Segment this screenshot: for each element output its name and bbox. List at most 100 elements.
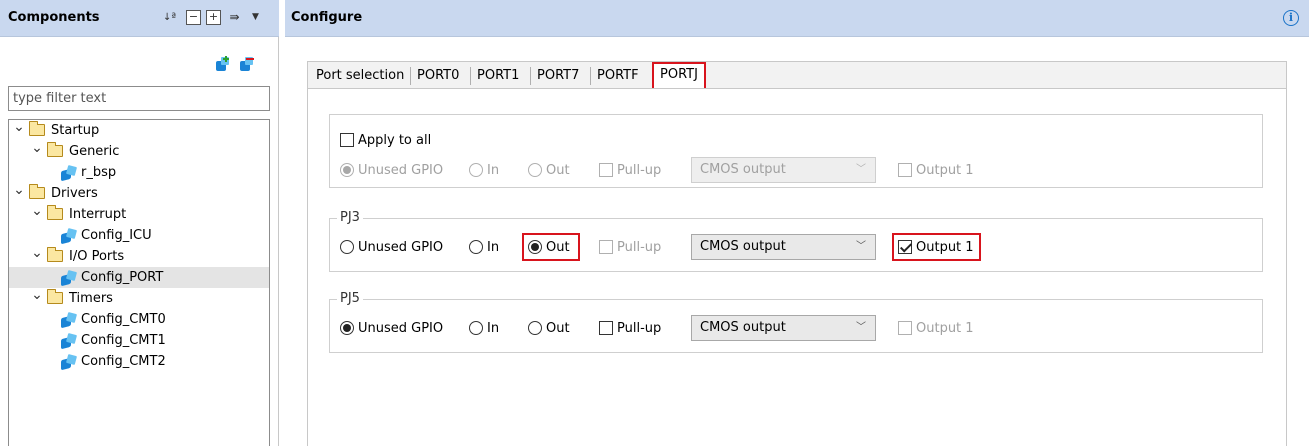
checkbox-box	[599, 163, 613, 177]
tab-bar: Port selection PORT0 PORT1 PORT7 PORTF P…	[308, 62, 1286, 88]
radio-circle	[469, 240, 483, 254]
folder-open-icon	[47, 289, 63, 304]
pj3-pull-up-checkbox[interactable]: Pull-up	[599, 240, 661, 256]
unused-gpio-label: Unused GPIO	[358, 321, 444, 336]
tree-item-label: Timers	[69, 291, 113, 306]
tab-portj[interactable]: PORTJ	[652, 62, 706, 88]
tree-component-item[interactable]: Config_CMT1	[9, 330, 269, 351]
all-unused-gpio-radio[interactable]: Unused GPIO	[340, 163, 443, 179]
tree-item-label: Drivers	[51, 186, 98, 201]
sort-alpha-icon[interactable]: ↓ª	[162, 10, 177, 25]
chevron-down-icon[interactable]: ⌄	[13, 183, 25, 197]
folder-open-icon	[47, 142, 63, 157]
tab-port7[interactable]: PORT7	[531, 65, 585, 88]
chevron-down-icon[interactable]: ⌄	[31, 141, 43, 155]
pj5-output1-checkbox[interactable]: Output 1	[898, 321, 974, 337]
chevron-down-icon: ﹀	[856, 164, 866, 175]
chevron-down-icon[interactable]: ⌄	[31, 288, 43, 302]
tree-folder-item[interactable]: ⌄ Interrupt	[9, 204, 269, 225]
components-title: Components	[8, 10, 100, 25]
portj-tab-content: Apply to all Unused GPIO In Out Pull-up …	[308, 88, 1286, 446]
configure-title: Configure	[291, 10, 363, 25]
folder-open-icon	[47, 205, 63, 220]
pj3-output1-highlight	[892, 233, 981, 261]
chevron-down-icon[interactable]: ⌄	[31, 246, 43, 260]
tree-component-item[interactable]: Config_CMT0	[9, 309, 269, 330]
tree-item-label: Generic	[69, 144, 120, 159]
apply-to-all-checkbox[interactable]: Apply to all	[340, 133, 431, 149]
pj3-in-radio[interactable]: In	[469, 240, 499, 256]
tree-component-item[interactable]: Config_PORT	[9, 267, 269, 288]
pj5-pull-up-checkbox[interactable]: Pull-up	[599, 321, 661, 337]
output1-label: Output 1	[916, 163, 974, 178]
all-output1-checkbox[interactable]: Output 1	[898, 163, 974, 179]
all-out-radio[interactable]: Out	[528, 163, 570, 179]
pj5-unused-gpio-radio[interactable]: Unused GPIO	[340, 321, 443, 337]
pj5-group: PJ5 Unused GPIO In Out Pull-up CMOS outp…	[329, 291, 1263, 353]
info-icon[interactable]: i	[1283, 10, 1299, 26]
all-in-radio[interactable]: In	[469, 163, 499, 179]
radio-circle	[528, 321, 542, 335]
tree-item-label: r_bsp	[81, 165, 117, 180]
component-icon	[61, 311, 78, 329]
tree-item-label: Interrupt	[69, 207, 127, 222]
folder-open-icon	[47, 247, 63, 262]
tree-item-label: Config_PORT	[81, 270, 164, 285]
chevron-down-icon: ﹀	[856, 322, 866, 333]
expand-all-icon[interactable]: +	[206, 10, 221, 25]
pj5-out-radio[interactable]: Out	[528, 321, 570, 337]
tab-port-selection[interactable]: Port selection	[310, 65, 410, 88]
tab-port0[interactable]: PORT0	[411, 65, 465, 88]
link-view-icon[interactable]: ⇛	[227, 10, 242, 25]
component-icon	[61, 164, 78, 182]
pull-up-label: Pull-up	[617, 163, 662, 178]
component-icon	[61, 332, 78, 350]
chevron-down-icon[interactable]: ⌄	[13, 120, 25, 134]
collapse-all-icon[interactable]: −	[186, 10, 201, 25]
pj3-out-highlight	[522, 233, 580, 261]
radio-circle	[340, 163, 354, 177]
in-label: In	[487, 240, 500, 255]
all-output-mode-select[interactable]: CMOS output ﹀	[691, 157, 876, 183]
view-menu-dropdown-icon[interactable]: ▼	[248, 10, 263, 25]
configure-panel: Configure i Port selection PORT0 PORT1 P…	[285, 0, 1309, 446]
in-label: In	[487, 163, 500, 178]
chevron-down-icon: ﹀	[856, 241, 866, 252]
pj3-output-mode-select[interactable]: CMOS output ﹀	[691, 234, 876, 260]
tab-port1[interactable]: PORT1	[471, 65, 525, 88]
radio-circle	[528, 163, 542, 177]
tree-component-item[interactable]: Config_CMT2	[9, 351, 269, 372]
tree-folder-item[interactable]: ⌄ Timers	[9, 288, 269, 309]
tree-component-item[interactable]: Config_ICU	[9, 225, 269, 246]
pj5-in-radio[interactable]: In	[469, 321, 499, 337]
checkbox-box	[898, 163, 912, 177]
component-tree: ⌄ Startup ⌄ Generic r_bsp ⌄ Drivers ⌄ Interrupt C…	[8, 119, 270, 446]
radio-circle	[340, 240, 354, 254]
folder-open-icon	[29, 121, 45, 136]
component-icon	[61, 227, 78, 245]
unused-gpio-label: Unused GPIO	[358, 163, 444, 178]
all-pull-up-checkbox[interactable]: Pull-up	[599, 163, 661, 179]
tree-component-item[interactable]: r_bsp	[9, 162, 269, 183]
tab-portf[interactable]: PORTF	[591, 65, 645, 88]
pj3-unused-gpio-radio[interactable]: Unused GPIO	[340, 240, 443, 256]
add-component-icon[interactable]	[215, 56, 231, 72]
tree-folder-item[interactable]: ⌄ Generic	[9, 141, 269, 162]
tree-folder-item[interactable]: ⌄ I/O Ports	[9, 246, 269, 267]
out-label: Out	[546, 163, 570, 178]
pj3-title: PJ3	[337, 210, 363, 225]
radio-circle	[340, 321, 354, 335]
pull-up-label: Pull-up	[617, 240, 662, 255]
pj5-output-mode-select[interactable]: CMOS output ﹀	[691, 315, 876, 341]
port-tabs: Port selection PORT0 PORT1 PORT7 PORTF P…	[307, 61, 1287, 446]
chevron-down-icon[interactable]: ⌄	[31, 204, 43, 218]
output1-label: Output 1	[916, 321, 974, 336]
tree-folder-item[interactable]: ⌄ Drivers	[9, 183, 269, 204]
pj3-group: PJ3 Unused GPIO In Out Pull-up CMOS outp…	[329, 210, 1263, 272]
radio-circle	[469, 321, 483, 335]
tree-item-label: I/O Ports	[69, 249, 125, 264]
remove-component-icon[interactable]	[239, 56, 255, 72]
filter-input[interactable]: type filter text	[8, 86, 270, 111]
output-mode-value: CMOS output	[700, 162, 786, 177]
tree-folder-item[interactable]: ⌄ Startup	[9, 120, 269, 141]
